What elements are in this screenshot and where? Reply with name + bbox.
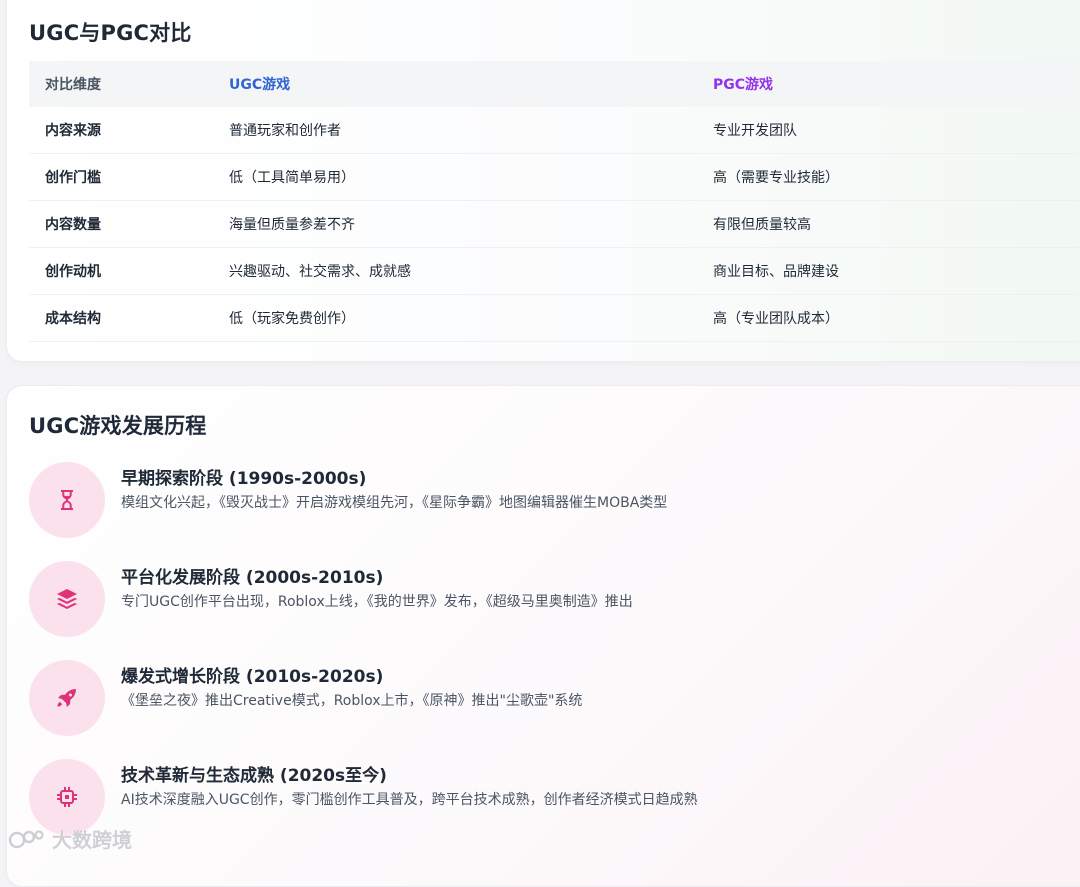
table-row: 成本结构 低（玩家免费创作） 高（专业团队成本） [29, 294, 1079, 342]
row-dimension: 创作动机 [29, 247, 213, 295]
row-ugc-value: 低（工具简单易用） [213, 153, 697, 201]
comparison-table: 对比维度 UGC游戏 PGC游戏 内容来源 普通玩家和创作者 专业开发团队 创作… [29, 61, 1079, 342]
row-pgc-value: 商业目标、品牌建设 [697, 247, 1079, 295]
row-ugc-value: 普通玩家和创作者 [213, 107, 697, 154]
row-ugc-value: 兴趣驱动、社交需求、成就感 [213, 247, 697, 295]
chip-icon [57, 787, 77, 807]
timeline-item-title: 爆发式增长阶段 (2010s-2020s) [121, 667, 384, 687]
row-ugc-value: 海量但质量参差不齐 [213, 200, 697, 248]
timeline-item: 早期探索阶段 (1990s-2000s) 模组文化兴起，《毁灭战士》开启游戏模组… [29, 462, 1069, 542]
table-row: 内容来源 普通玩家和创作者 专业开发团队 [29, 107, 1079, 154]
row-pgc-value: 有限但质量较高 [697, 200, 1079, 248]
row-pgc-value: 专业开发团队 [697, 107, 1079, 154]
watermark-text: 大数跨境 [52, 828, 132, 852]
table-row: 内容数量 海量但质量参差不齐 有限但质量较高 [29, 200, 1079, 248]
timeline-card: UGC游戏发展历程 早期探索阶段 (1990s-2000s) 模组文化兴起，《毁… [6, 385, 1080, 887]
timeline-icon-circle [29, 660, 105, 736]
timeline-item: 平台化发展阶段 (2000s-2010s) 专门UGC创作平台出现，Roblox… [29, 561, 1069, 641]
watermark: 大数跨境 [8, 824, 132, 853]
row-pgc-value: 高（需要专业技能） [697, 153, 1079, 201]
comparison-card: UGC与PGC对比 对比维度 UGC游戏 PGC游戏 内容来源 普通玩家和创作者… [6, 0, 1080, 362]
timeline-item: 技术革新与生态成熟 (2020s至今) AI技术深度融入UGC创作，零门槛创作工… [29, 759, 1069, 839]
timeline-item-title: 早期探索阶段 (1990s-2000s) [121, 469, 367, 489]
comparison-title: UGC与PGC对比 [29, 21, 192, 45]
timeline-item-desc: 《堡垒之夜》推出Creative模式，Roblox上市，《原神》推出"尘歌壶"系… [121, 693, 583, 709]
hourglass-icon [61, 490, 73, 510]
row-dimension: 创作门槛 [29, 153, 213, 201]
header-pgc: PGC游戏 [697, 61, 1079, 107]
rocket-icon [57, 689, 76, 707]
timeline-item-desc: 专门UGC创作平台出现，Roblox上线，《我的世界》发布，《超级马里奥制造》推… [121, 594, 633, 610]
row-dimension: 成本结构 [29, 294, 213, 342]
timeline-icon-circle [29, 561, 105, 637]
timeline-item-title: 技术革新与生态成熟 (2020s至今) [121, 766, 387, 786]
timeline-item-desc: 模组文化兴起，《毁灭战士》开启游戏模组先河，《星际争霸》地图编辑器催生MOBA类… [121, 495, 668, 511]
row-dimension: 内容数量 [29, 200, 213, 248]
brand-logo-icon [8, 829, 44, 848]
table-header-row: 对比维度 UGC游戏 PGC游戏 [29, 61, 1079, 107]
table-row: 创作门槛 低（工具简单易用） 高（需要专业技能） [29, 153, 1079, 201]
row-pgc-value: 高（专业团队成本） [697, 294, 1079, 342]
header-dimension: 对比维度 [29, 61, 213, 107]
table-row: 创作动机 兴趣驱动、社交需求、成就感 商业目标、品牌建设 [29, 247, 1079, 295]
timeline-item-desc: AI技术深度融入UGC创作，零门槛创作工具普及，跨平台技术成熟，创作者经济模式日… [121, 792, 698, 808]
header-ugc: UGC游戏 [213, 61, 697, 107]
timeline-item: 爆发式增长阶段 (2010s-2020s) 《堡垒之夜》推出Creative模式… [29, 660, 1069, 740]
timeline-icon-circle [29, 462, 105, 538]
row-ugc-value: 低（玩家免费创作） [213, 294, 697, 342]
timeline-item-title: 平台化发展阶段 (2000s-2010s) [121, 568, 384, 588]
layers-icon [57, 589, 77, 609]
timeline-title: UGC游戏发展历程 [29, 414, 207, 438]
row-dimension: 内容来源 [29, 107, 213, 154]
